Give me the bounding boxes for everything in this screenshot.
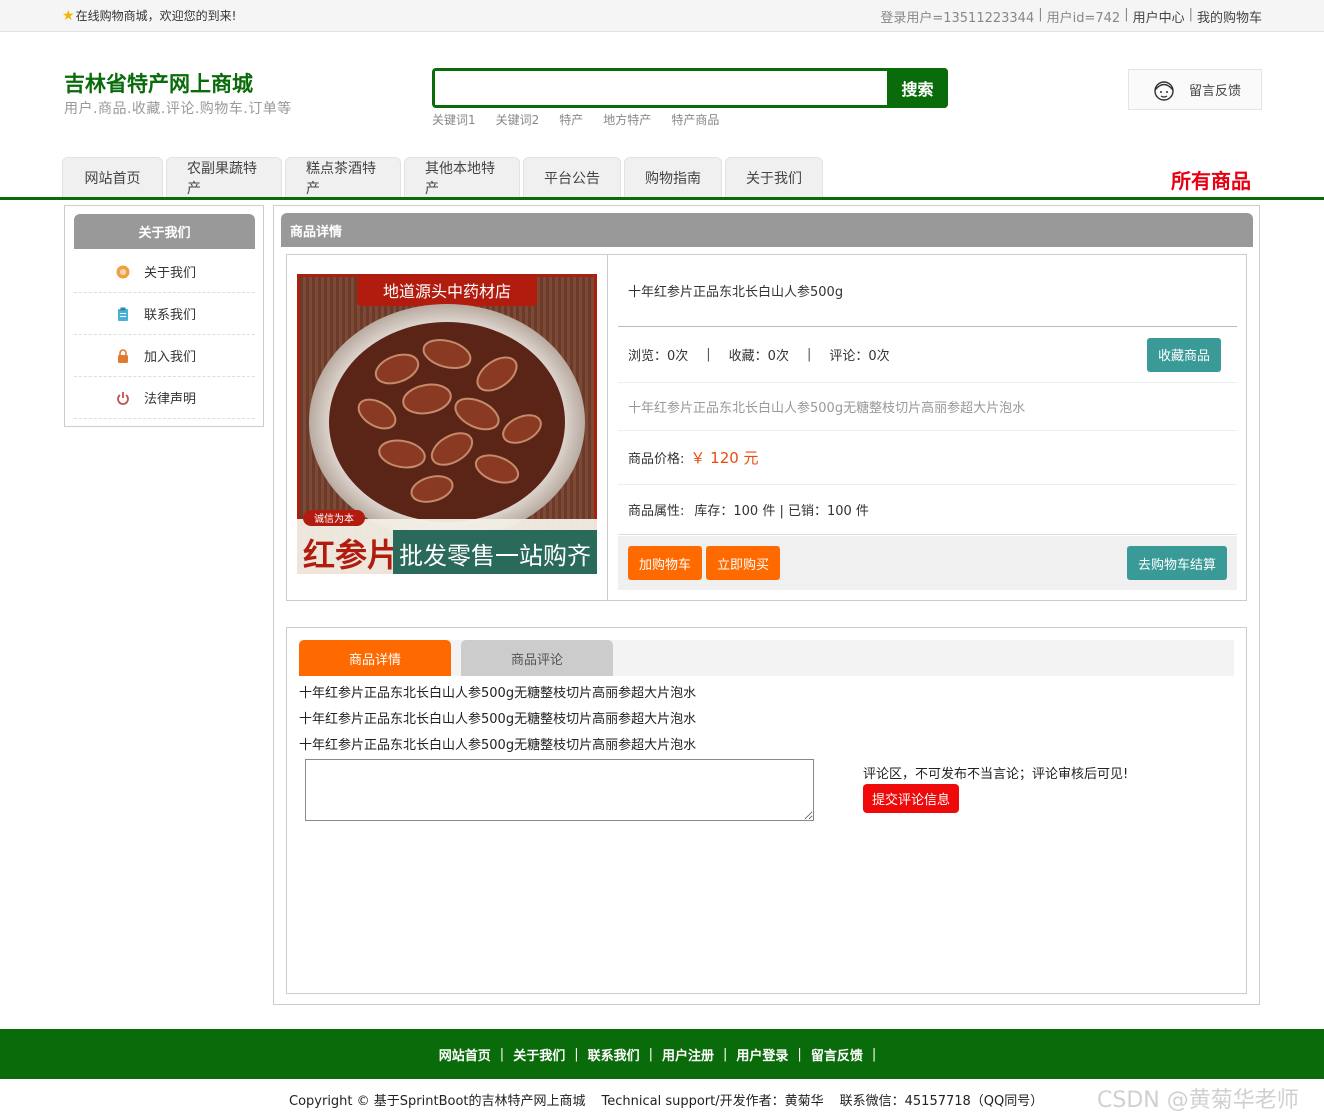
circle-icon: [116, 265, 130, 278]
detail-tabs-box: 商品详情 商品评论 十年红参片正品东北长白山人参500g无糖整枝切片高丽参超大片…: [286, 627, 1247, 994]
lock-icon: [118, 348, 128, 363]
product-price: 商品价格: ￥ 120 元: [618, 431, 1237, 485]
nav-tab-home[interactable]: 网站首页: [62, 157, 163, 197]
main-nav: 网站首页 农副果蔬特产 糕点茶酒特产 其他本地特产 平台公告 购物指南 关于我们: [62, 157, 823, 197]
panel-title: 商品详情: [281, 213, 1253, 247]
customer-service-icon: [1154, 80, 1174, 101]
detail-line: 十年红参片正品东北长白山人参500g无糖整枝切片高丽参超大片泡水: [299, 686, 697, 701]
product-description: 十年红参片正品东北长白山人参500g无糖整枝切片高丽参超大片泡水: [618, 383, 1237, 431]
copyright-bar: Copyright © 基于SprintBoot的吉林特产网上商城 Techni…: [289, 1090, 1043, 1109]
welcome-message: ★ 在线购物商城，欢迎您的到来!: [62, 7, 236, 24]
my-cart-link[interactable]: 我的购物车: [1197, 7, 1262, 26]
sidebar-item-label: 关于我们: [144, 266, 197, 281]
keyword-link[interactable]: 关键词1: [432, 111, 476, 128]
attr-label: 商品属性:: [628, 504, 685, 519]
sidebar-item-label: 加入我们: [144, 350, 197, 365]
nav-tab-about[interactable]: 关于我们: [725, 157, 823, 197]
search-button[interactable]: 搜索: [887, 68, 948, 108]
image-banner-text: 地道源头中药材店: [383, 282, 511, 301]
sidebar-item-about[interactable]: 关于我们: [74, 251, 255, 293]
submit-comment-button[interactable]: 提交评论信息: [863, 784, 959, 813]
nav-tab-guide[interactable]: 购物指南: [624, 157, 722, 197]
add-to-cart-button[interactable]: 加购物车: [628, 546, 703, 580]
search-bar: 搜索: [432, 68, 948, 108]
favorites-count: 收藏：0次: [728, 349, 789, 364]
feedback-button[interactable]: 留言反馈: [1128, 69, 1262, 110]
nav-tab-pastry[interactable]: 糕点茶酒特产: [285, 157, 401, 197]
site-subtitle: 用户.商品.收藏.评论.购物车.订单等: [64, 101, 292, 117]
keyword-link[interactable]: 地方特产: [603, 111, 651, 128]
footer-link-feedback[interactable]: 留言反馈: [811, 1045, 863, 1064]
product-name: 十年红参片正品东北长白山人参500g: [618, 255, 1237, 327]
nav-divider: [0, 197, 1324, 200]
product-stats: 浏览：0次 | 收藏：0次 | 评论：0次 收藏商品: [618, 327, 1237, 383]
tab-bar: 商品详情 商品评论: [299, 640, 1234, 676]
feedback-label: 留言反馈: [1189, 84, 1242, 99]
sidebar-item-join[interactable]: 加入我们: [74, 335, 255, 377]
attr-value: 库存：100 件 | 已销：100 件: [694, 504, 869, 519]
footer-link-register[interactable]: 用户注册: [662, 1045, 714, 1064]
views-count: 浏览：0次: [628, 349, 689, 364]
comment-note: 评论区，不可发布不当言论；评论审核后可见!: [863, 767, 1129, 782]
user-id-link[interactable]: 用户id=742: [1047, 7, 1121, 26]
keyword-link[interactable]: 关键词2: [496, 111, 540, 128]
keyword-link[interactable]: 特产商品: [671, 111, 719, 128]
nav-tab-produce[interactable]: 农副果蔬特产: [166, 157, 282, 197]
footer-link-about[interactable]: 关于我们: [513, 1045, 565, 1064]
tab-product-detail[interactable]: 商品详情: [299, 640, 451, 676]
nav-tab-other[interactable]: 其他本地特产: [404, 157, 520, 197]
power-icon: [117, 391, 129, 405]
sidebar-title: 关于我们: [74, 214, 255, 249]
star-icon: ★: [62, 7, 75, 24]
top-bar: ★ 在线购物商城，欢迎您的到来! 登录用户=13511223344 | 用户id…: [0, 0, 1324, 32]
nav-tab-announcement[interactable]: 平台公告: [523, 157, 621, 197]
clipboard-icon: [118, 307, 128, 321]
favorite-button[interactable]: 收藏商品: [1146, 337, 1221, 372]
buy-now-button[interactable]: 立即购买: [706, 546, 781, 580]
comment-textarea[interactable]: [305, 759, 814, 821]
sidebar-item-label: 联系我们: [144, 308, 197, 323]
login-user-link[interactable]: 登录用户=13511223344: [880, 7, 1034, 26]
footer-link-home[interactable]: 网站首页: [439, 1045, 491, 1064]
purchase-actions: 加购物车 立即购买 去购物车结算: [618, 536, 1237, 590]
user-center-link[interactable]: 用户中心: [1133, 7, 1185, 26]
product-image[interactable]: 地道源头中药材店 诚信为本 红参片 批发零售一站购齐: [297, 274, 597, 574]
footer-link-login[interactable]: 用户登录: [736, 1045, 788, 1064]
product-attributes: 商品属性: 库存：100 件 | 已销：100 件: [618, 485, 1237, 535]
search-keywords: 关键词1 关键词2 特产 地方特产 特产商品: [432, 111, 719, 128]
price-label: 商品价格:: [628, 452, 685, 467]
keyword-link[interactable]: 特产: [559, 111, 583, 128]
copyright-text: Copyright © 基于SprintBoot的吉林特产网上商城: [289, 1094, 586, 1109]
detail-line: 十年红参片正品东北长白山人参500g无糖整枝切片高丽参超大片泡水: [299, 738, 697, 753]
sidebar-item-contact[interactable]: 联系我们: [74, 293, 255, 335]
user-links: 登录用户=13511223344 | 用户id=742 | 用户中心 | 我的购…: [880, 7, 1262, 26]
contact-text: 联系微信：45157718（QQ同号）: [839, 1094, 1044, 1109]
watermark: CSDN @黄菊华老师: [1097, 1088, 1299, 1113]
footer-link-contact[interactable]: 联系我们: [588, 1045, 640, 1064]
sidebar: 关于我们 关于我们 联系我们 加入我们 法律声明: [64, 205, 264, 427]
price-value: ￥ 120 元: [690, 449, 759, 467]
footer-nav: 网站首页 | 关于我们 | 联系我们 | 用户注册 | 用户登录 | 留言反馈 |: [0, 1029, 1324, 1079]
sidebar-item-label: 法律声明: [144, 392, 197, 407]
product-detail-box: 地道源头中药材店 诚信为本 红参片 批发零售一站购齐 十年红参片正品东北长白山人…: [286, 254, 1247, 601]
support-text: Technical support/开发作者：黄菊华: [601, 1094, 824, 1109]
welcome-text: 在线购物商城，欢迎您的到来!: [75, 9, 237, 23]
detail-line: 十年红参片正品东北长白山人参500g无糖整枝切片高丽参超大片泡水: [299, 712, 697, 727]
sidebar-item-legal[interactable]: 法律声明: [74, 377, 255, 419]
image-badge-text: 诚信为本: [314, 512, 354, 525]
product-image-cell: 地道源头中药材店 诚信为本 红参片 批发零售一站购齐: [287, 255, 608, 600]
image-big-text: 红参片: [303, 536, 399, 574]
tab-product-review[interactable]: 商品评论: [461, 640, 613, 676]
site-title[interactable]: 吉林省特产网上商城: [64, 68, 253, 98]
search-input[interactable]: [435, 71, 887, 105]
image-slogan-text: 批发零售一站购齐: [399, 542, 591, 570]
comments-count: 评论：0次: [829, 349, 890, 364]
all-goods-link[interactable]: 所有商品: [1171, 165, 1251, 194]
checkout-button[interactable]: 去购物车结算: [1126, 546, 1227, 580]
